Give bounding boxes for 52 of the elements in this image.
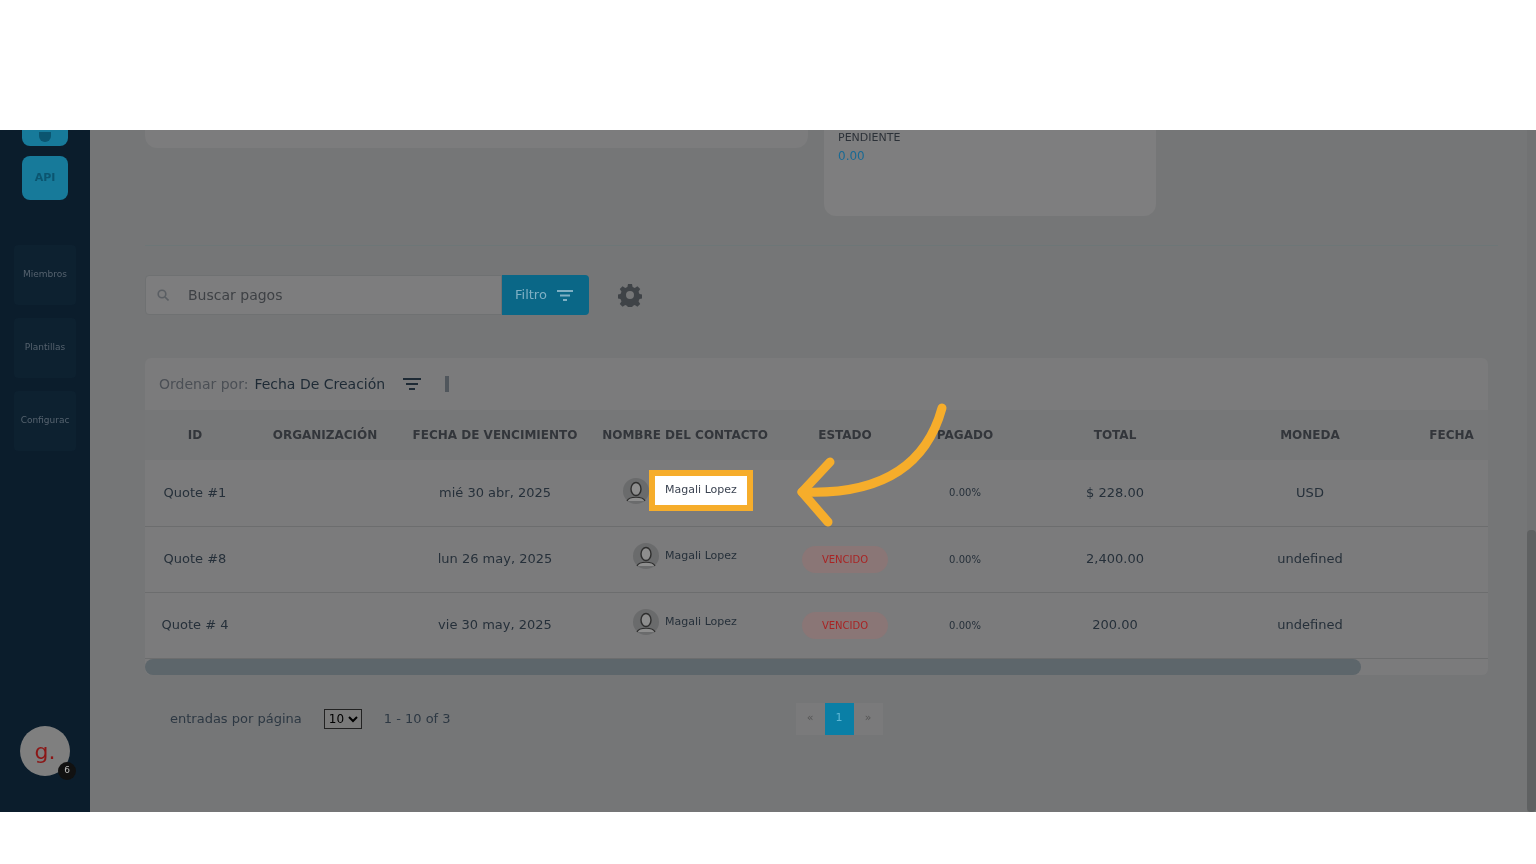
page-button[interactable]: » (853, 702, 883, 735)
column-header[interactable]: FECHA (1415, 410, 1488, 460)
page-button[interactable]: « (795, 702, 825, 735)
table-cell: Quote #1 (145, 460, 245, 526)
table-cell: mié 30 abr, 2025 (405, 460, 585, 526)
table-cell: Quote # 4 (145, 592, 245, 658)
sidebar-icon-button[interactable] (22, 130, 68, 146)
status-badge: VENCIDO (801, 611, 889, 639)
table-cell: lun 26 may, 2025 (405, 526, 585, 592)
column-header[interactable]: ESTADO (785, 410, 905, 460)
column-header[interactable]: MONEDA (1205, 410, 1415, 460)
per-page-select[interactable]: 10 (323, 708, 362, 729)
table-cell: $ 228.00 (1025, 460, 1205, 526)
table-cell: undefined (1205, 526, 1415, 592)
contact-name[interactable]: Magali Lopez (665, 614, 737, 631)
page-button[interactable]: 1 (824, 702, 854, 735)
per-page-label: entradas por página (170, 709, 302, 728)
user-silhouette-icon (623, 477, 650, 504)
table-cell: 200.00 (1025, 592, 1205, 658)
filter-button[interactable]: Filtro (502, 275, 589, 315)
sidebar-item[interactable]: Miembros (14, 245, 76, 305)
range-text: 1 - 10 of 3 (383, 709, 451, 728)
table-cell: undefined (1205, 592, 1415, 658)
user-silhouette-icon (633, 543, 660, 570)
summary-value: 0.00 (838, 147, 866, 165)
sidebar-item[interactable]: Plantillas (14, 318, 76, 378)
notification-badge: 6 (58, 762, 76, 780)
summary-label: PENDIENTE (838, 130, 902, 146)
table-cell: vie 30 may, 2025 (405, 592, 585, 658)
sort-value[interactable]: Fecha De Creación (254, 373, 386, 395)
column-header[interactable]: PAGADO (905, 410, 1025, 460)
column-header[interactable]: TOTAL (1025, 410, 1205, 460)
settings-icon[interactable] (618, 283, 642, 307)
filter-icon (556, 289, 573, 301)
column-header[interactable]: NOMBRE DEL CONTACTO (585, 410, 785, 460)
resize-handle[interactable] (445, 376, 450, 392)
table-cell: 0.00% (905, 460, 1025, 526)
sort-icon[interactable] (403, 378, 422, 390)
table-cell: USD (1205, 460, 1415, 526)
vertical-scrollbar[interactable] (1527, 530, 1536, 812)
user-silhouette-icon (633, 609, 660, 636)
column-header[interactable]: ID (145, 410, 245, 460)
column-header[interactable]: ORGANIZACIÓN (245, 410, 405, 460)
table-cell: 0.00% (905, 526, 1025, 592)
status-badge: VENCIDO (801, 545, 889, 573)
table-cell: 2,400.00 (1025, 526, 1205, 592)
contact-name[interactable]: Magali Lopez (665, 548, 737, 565)
search-field[interactable]: Buscar pagos (145, 275, 502, 315)
table-cell: 0.00% (905, 592, 1025, 658)
table-cell: Quote #8 (145, 526, 245, 592)
column-header[interactable]: FECHA DE VENCIMIENTO (405, 410, 585, 460)
sidebar-item[interactable]: Configurac (14, 391, 76, 451)
